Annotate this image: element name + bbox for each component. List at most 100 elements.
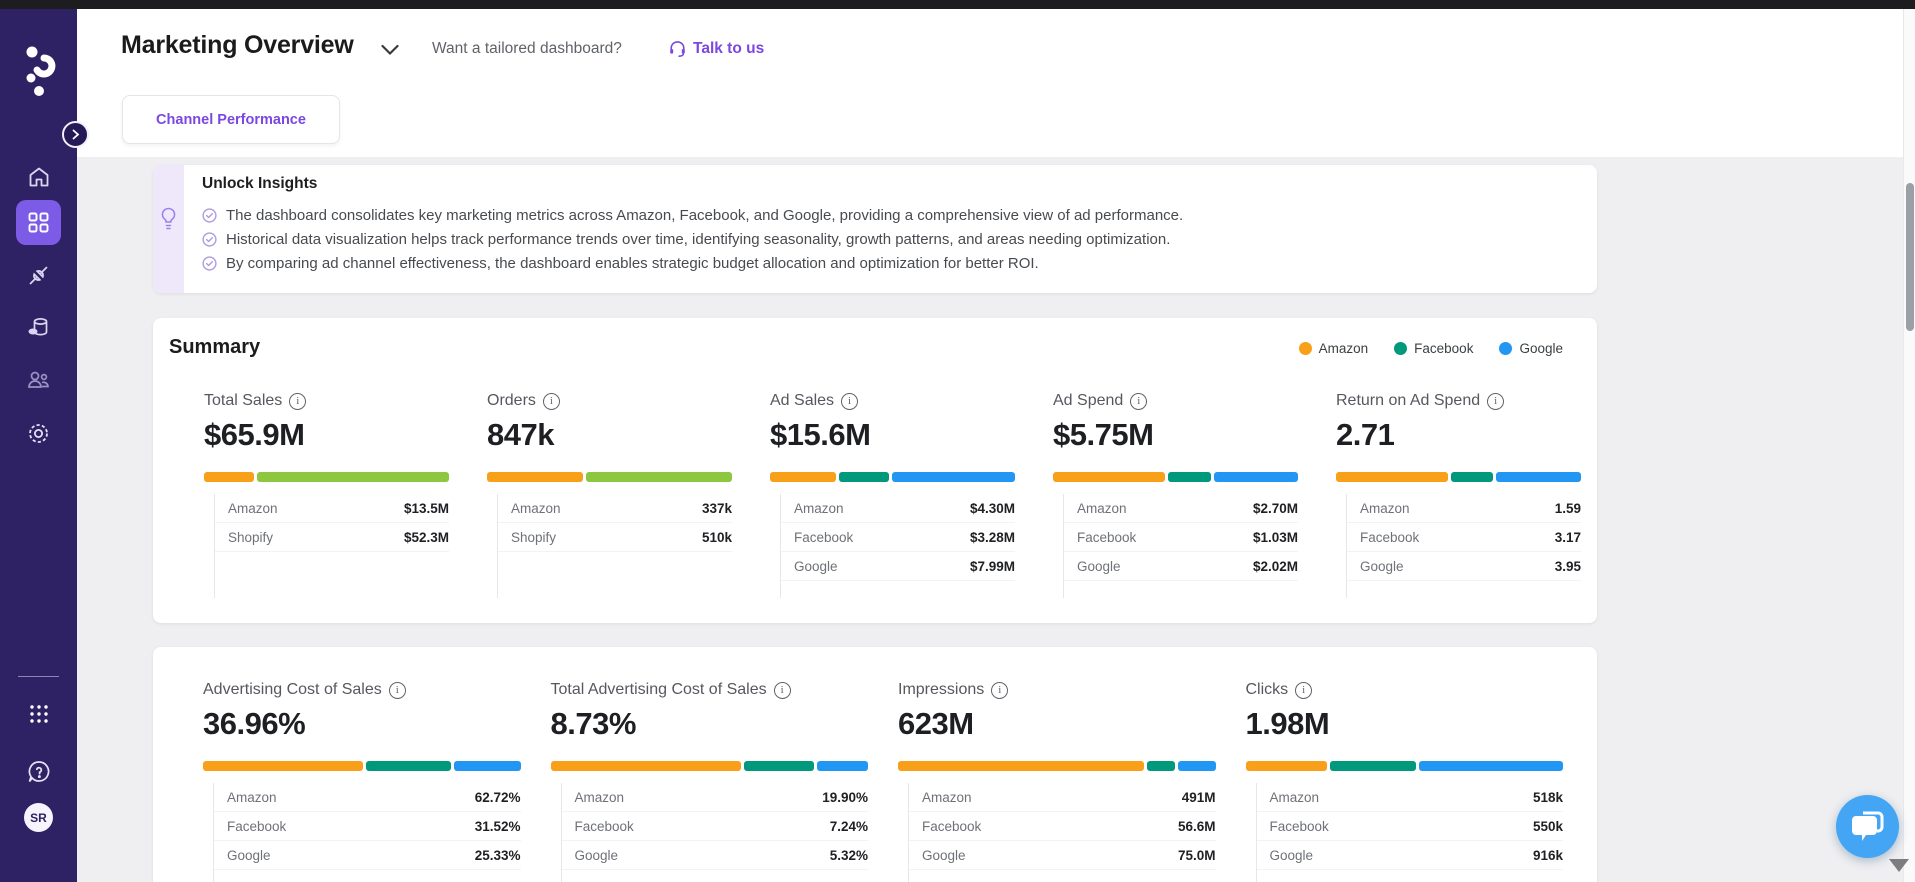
bar-segment-amazon [487, 472, 583, 482]
metric-value: $5.75M [1053, 417, 1298, 453]
help-icon[interactable] [0, 759, 77, 785]
breakdown-value: $3.28M [970, 530, 1015, 545]
channel-stacked-bar [1336, 472, 1581, 482]
bar-segment-google [1178, 761, 1215, 771]
legend-item-google[interactable]: Google [1499, 341, 1563, 356]
sidebar-item-dashboards[interactable] [0, 211, 77, 234]
chat-widget-button[interactable] [1836, 795, 1899, 858]
sidebar-item-team[interactable] [0, 368, 77, 393]
metric-label: Clicks [1246, 681, 1289, 699]
breakdown-channel: Shopify [511, 530, 556, 545]
headset-icon[interactable] [668, 39, 687, 63]
bar-segment-google [1419, 761, 1563, 771]
summary-card: Summary Amazon Facebook Google Total Sal… [153, 318, 1597, 623]
breakdown-channel: Amazon [227, 790, 277, 805]
insight-bullet: Historical data visualization helps trac… [202, 230, 1577, 249]
metric-card: Clicks i 1.98M Amazon518kFacebook550kGoo… [1246, 681, 1564, 882]
metric-card: Total Sales i $65.9M Amazon$13.5MShopify… [204, 392, 449, 598]
bar-segment-google [454, 761, 521, 771]
breakdown-value: 1.59 [1555, 501, 1581, 516]
breakdown-row: Amazon518k [1257, 783, 1564, 812]
channel-legend: Amazon Facebook Google [1299, 341, 1563, 356]
breakdown-value: 75.0M [1178, 848, 1216, 863]
scrollbar-thumb[interactable] [1906, 183, 1914, 331]
bar-segment-amazon [1053, 472, 1165, 482]
bar-segment-amazon [551, 761, 742, 771]
apps-grid-icon[interactable] [0, 703, 77, 725]
breakdown-row: Google$2.02M [1064, 552, 1298, 581]
breakdown-value: 491M [1182, 790, 1216, 805]
google-legend-dot [1499, 342, 1512, 355]
tab-channel-performance[interactable]: Channel Performance [122, 95, 340, 144]
metric-card: Impressions i 623M Amazon491MFacebook56.… [898, 681, 1216, 882]
breakdown-channel: Facebook [1077, 530, 1136, 545]
info-icon[interactable]: i [841, 393, 858, 410]
breakdown-channel: Shopify [228, 530, 273, 545]
bar-segment-facebook [1451, 472, 1494, 482]
sidebar-item-home[interactable] [0, 165, 77, 189]
info-icon[interactable]: i [389, 682, 406, 699]
breakdown-row: Google916k [1257, 841, 1564, 870]
info-icon[interactable]: i [543, 393, 560, 410]
channel-stacked-bar [1053, 472, 1298, 482]
breakdown-row: Google 75.0M [909, 841, 1216, 870]
breakdown-row: Amazon337k [498, 494, 732, 523]
info-icon[interactable]: i [1487, 393, 1504, 410]
vertical-scrollbar[interactable] [1903, 9, 1915, 882]
info-icon[interactable]: i [289, 393, 306, 410]
breakdown-value: $2.02M [1253, 559, 1298, 574]
summary-title: Summary [169, 336, 260, 359]
metric-label: Ad Sales [770, 392, 834, 410]
breakdown-value: 7.24% [830, 819, 868, 834]
breakdown-value: 25.33% [475, 848, 521, 863]
breakdown-channel: Google [922, 848, 966, 863]
metric-card: Ad Spend i $5.75M Amazon$2.70MFacebook$1… [1053, 392, 1298, 598]
scroll-down-arrow-icon[interactable] [1889, 859, 1909, 872]
breakdown-channel: Facebook [1360, 530, 1419, 545]
info-icon[interactable]: i [1295, 682, 1312, 699]
legend-label: Amazon [1319, 341, 1369, 356]
metric-value: $15.6M [770, 417, 1015, 453]
metric-label: Total Sales [204, 392, 282, 410]
breakdown-channel: Facebook [227, 819, 286, 834]
bar-segment-shopify [586, 472, 732, 482]
metric-value: 623M [898, 706, 1216, 742]
insights-accent-strip [153, 165, 184, 293]
breakdown-channel: Amazon [922, 790, 972, 805]
legend-item-amazon[interactable]: Amazon [1299, 341, 1369, 356]
breakdown-row: Amazon62.72% [214, 783, 521, 812]
user-avatar[interactable]: SR [24, 803, 53, 832]
legend-item-facebook[interactable]: Facebook [1394, 341, 1473, 356]
info-icon[interactable]: i [991, 682, 1008, 699]
metric-breakdown-table: Amazon62.72%Facebook31.52%Google25.33% [213, 783, 521, 882]
breakdown-row: Shopify$52.3M [215, 523, 449, 552]
bar-segment-amazon [204, 472, 254, 482]
breakdown-value: $1.03M [1253, 530, 1298, 545]
sidebar-item-connections[interactable] [0, 263, 77, 288]
breakdown-value: $2.70M [1253, 501, 1298, 516]
breakdown-value: $4.30M [970, 501, 1015, 516]
metric-breakdown-table: Amazon1.59Facebook3.17Google3.95 [1346, 494, 1581, 598]
metric-label: Total Advertising Cost of Sales [551, 681, 767, 699]
metric-value: 2.71 [1336, 417, 1581, 453]
talk-to-us-link[interactable]: Talk to us [693, 40, 764, 58]
info-icon[interactable]: i [774, 682, 791, 699]
breakdown-channel: Google [575, 848, 619, 863]
info-icon[interactable]: i [1130, 393, 1147, 410]
chat-bubbles-icon [1851, 811, 1885, 843]
sidebar-expand-button[interactable] [62, 121, 89, 148]
breakdown-row: Facebook550k [1257, 812, 1564, 841]
tailored-dashboard-text: Want a tailored dashboard? [432, 40, 622, 58]
insights-title: Unlock Insights [202, 175, 1577, 193]
insight-bullet: By comparing ad channel effectiveness, t… [202, 254, 1577, 273]
bar-segment-google [1214, 472, 1298, 482]
sidebar-item-data-sources[interactable] [0, 315, 77, 340]
bar-segment-google [817, 761, 868, 771]
breakdown-value: 337k [702, 501, 732, 516]
dashboard-dropdown-chevron-icon[interactable] [380, 43, 400, 61]
summary-metrics-grid: Total Sales i $65.9M Amazon$13.5MShopify… [204, 392, 1581, 598]
breakdown-row: Facebook56.6M [909, 812, 1216, 841]
breakdown-channel: Amazon [794, 501, 844, 516]
breakdown-channel: Amazon [575, 790, 625, 805]
sidebar-item-settings[interactable] [0, 421, 77, 446]
